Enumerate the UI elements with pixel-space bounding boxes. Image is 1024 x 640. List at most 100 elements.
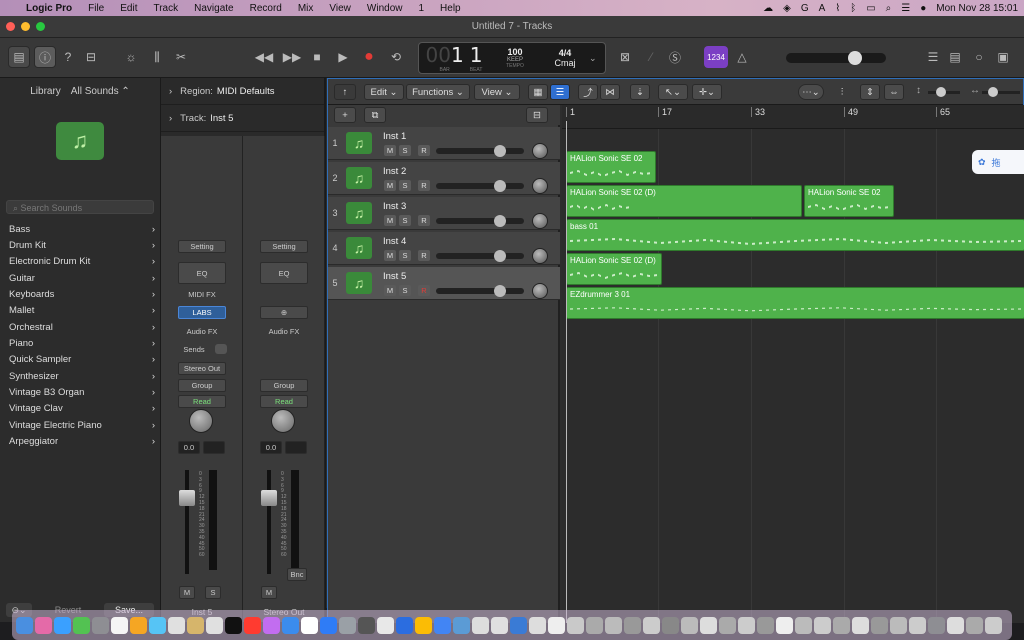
- record-enable-button[interactable]: R: [418, 215, 430, 226]
- preview-icon[interactable]: [377, 616, 394, 634]
- track-pan-knob[interactable]: [532, 248, 548, 264]
- mail-icon[interactable]: [92, 616, 109, 634]
- global-tracks-icon[interactable]: ⊟: [526, 107, 548, 123]
- vertical-zoom-slider[interactable]: [928, 87, 960, 97]
- master-volume-slider[interactable]: [786, 51, 886, 65]
- reminders-icon[interactable]: [206, 616, 223, 634]
- window-10-icon[interactable]: [719, 616, 736, 634]
- track-pan-knob[interactable]: [532, 178, 548, 194]
- search-icon[interactable]: ⌕: [886, 3, 892, 14]
- track-volume-knob[interactable]: [494, 180, 506, 192]
- track-volume-knob[interactable]: [494, 250, 506, 262]
- window-23-icon[interactable]: [985, 616, 1002, 634]
- track-name[interactable]: Inst 4: [383, 236, 406, 247]
- mute-button[interactable]: M: [384, 250, 396, 261]
- track-volume-slider[interactable]: [436, 288, 524, 294]
- menu-view[interactable]: View: [321, 3, 359, 14]
- track-pan-knob[interactable]: [532, 283, 548, 299]
- secondary-tool-icon[interactable]: ✛⌄: [692, 84, 722, 100]
- contacts-icon[interactable]: [187, 616, 204, 634]
- record-enable-button[interactable]: R: [418, 285, 430, 296]
- category-item[interactable]: Drum Kit ›: [0, 237, 161, 253]
- solo-button[interactable]: S: [399, 145, 411, 156]
- logic-icon[interactable]: [339, 616, 356, 634]
- vscode-icon[interactable]: [510, 616, 527, 634]
- play-button[interactable]: ▶: [332, 46, 354, 68]
- replace-icon[interactable]: ⊠: [614, 46, 636, 68]
- xcode-icon[interactable]: [320, 616, 337, 634]
- track-header[interactable]: 4 ♫ Inst 4 MSR: [328, 232, 560, 265]
- category-item[interactable]: Keyboards ›: [0, 286, 161, 302]
- terminal-icon[interactable]: [358, 616, 375, 634]
- track-volume-knob[interactable]: [494, 215, 506, 227]
- category-item[interactable]: Quick Sampler ›: [0, 352, 161, 368]
- track-pan-knob[interactable]: [532, 213, 548, 229]
- midi-fx-slot[interactable]: MIDI FX: [178, 288, 226, 301]
- menu-edit[interactable]: Edit: [112, 3, 145, 14]
- automation-mode[interactable]: Read: [260, 395, 308, 408]
- trash-icon[interactable]: [928, 616, 945, 634]
- loop-browser-icon[interactable]: ○: [970, 46, 988, 68]
- track-header[interactable]: 1 ♫ Inst 1 MSR: [328, 127, 560, 160]
- floating-assistant[interactable]: ✿ 拖: [972, 150, 1024, 174]
- volume-fader[interactable]: 0 3 6 9 12 15 18 21 24 30 35 40 45 50 60: [177, 470, 211, 574]
- midi-region[interactable]: HALion Sonic SE 02: [804, 185, 894, 217]
- eq-button[interactable]: EQ: [260, 262, 308, 284]
- record-enable-button[interactable]: R: [418, 250, 430, 261]
- window-11-icon[interactable]: [738, 616, 755, 634]
- menu-track[interactable]: Track: [145, 3, 186, 14]
- grid-view-icon[interactable]: ▦: [528, 84, 548, 100]
- record-button[interactable]: ●: [358, 46, 380, 68]
- window-1-icon[interactable]: [548, 616, 565, 634]
- pan-knob[interactable]: [271, 409, 295, 433]
- sends-slot[interactable]: Sends: [178, 343, 210, 356]
- duplicate-track-button[interactable]: ⧉: [364, 107, 386, 123]
- smart-tempo-icon[interactable]: ⋯⌄: [798, 84, 824, 100]
- track-header[interactable]: 2 ♫ Inst 2 MSR: [328, 162, 560, 195]
- automation-mode[interactable]: Read: [178, 395, 226, 408]
- rewind-button[interactable]: ◀◀: [252, 46, 276, 68]
- count-in-button[interactable]: 1234: [704, 46, 728, 68]
- track-inspector-header[interactable]: › Track: Inst 5: [161, 105, 324, 132]
- track-header[interactable]: 5 ♫ Inst 5 MSR: [328, 267, 560, 300]
- window-7-icon[interactable]: [662, 616, 679, 634]
- text-input-icon[interactable]: A: [819, 3, 826, 14]
- midi-region[interactable]: EZdrummer 3 01: [566, 287, 1024, 319]
- group-slot[interactable]: Group: [260, 379, 308, 392]
- track-name[interactable]: Inst 1: [383, 131, 406, 142]
- category-item[interactable]: Bass ›: [0, 221, 161, 237]
- smart-controls-icon[interactable]: ☼: [120, 46, 142, 68]
- category-item[interactable]: Guitar ›: [0, 270, 161, 286]
- menu-clock[interactable]: Mon Nov 28 15:01: [936, 3, 1018, 14]
- search-sounds-input[interactable]: ⌕ Search Sounds: [6, 200, 154, 214]
- tuner-icon[interactable]: ⁄: [640, 46, 662, 68]
- stop-button[interactable]: ■: [306, 46, 328, 68]
- calendar-icon[interactable]: [111, 616, 128, 634]
- track-volume-knob[interactable]: [494, 145, 506, 157]
- folder-icon[interactable]: [529, 616, 546, 634]
- chrome-icon[interactable]: [396, 616, 413, 634]
- menu-help[interactable]: Help: [432, 3, 469, 14]
- solo-button[interactable]: S: [399, 285, 411, 296]
- functions-menu[interactable]: Functions ⌄: [406, 84, 470, 100]
- setting-button[interactable]: Setting: [178, 240, 226, 253]
- window-5-icon[interactable]: [624, 616, 641, 634]
- menu-navigate[interactable]: Navigate: [186, 3, 241, 14]
- bluetooth-icon[interactable]: ᛒ: [850, 3, 856, 14]
- category-item[interactable]: Electronic Drum Kit ›: [0, 254, 161, 270]
- window-22-icon[interactable]: [966, 616, 983, 634]
- category-item[interactable]: Arpeggiator ›: [0, 433, 161, 449]
- record-enable-button[interactable]: R: [418, 145, 430, 156]
- eq-button[interactable]: EQ: [178, 262, 226, 284]
- quick-help-icon[interactable]: ?: [58, 46, 78, 68]
- audio-fx-slot[interactable]: Audio FX: [260, 325, 308, 338]
- finder-icon[interactable]: [16, 616, 33, 634]
- fast-forward-button[interactable]: ▶▶: [280, 46, 304, 68]
- fader-cap[interactable]: [179, 490, 195, 506]
- solo-button[interactable]: S: [399, 180, 411, 191]
- mute-button[interactable]: M: [384, 145, 396, 156]
- preferences-icon[interactable]: [301, 616, 318, 634]
- library-toggle-icon[interactable]: ▤: [8, 46, 30, 68]
- list-view-icon[interactable]: ☰: [550, 84, 570, 100]
- category-item[interactable]: Vintage Clav ›: [0, 401, 161, 417]
